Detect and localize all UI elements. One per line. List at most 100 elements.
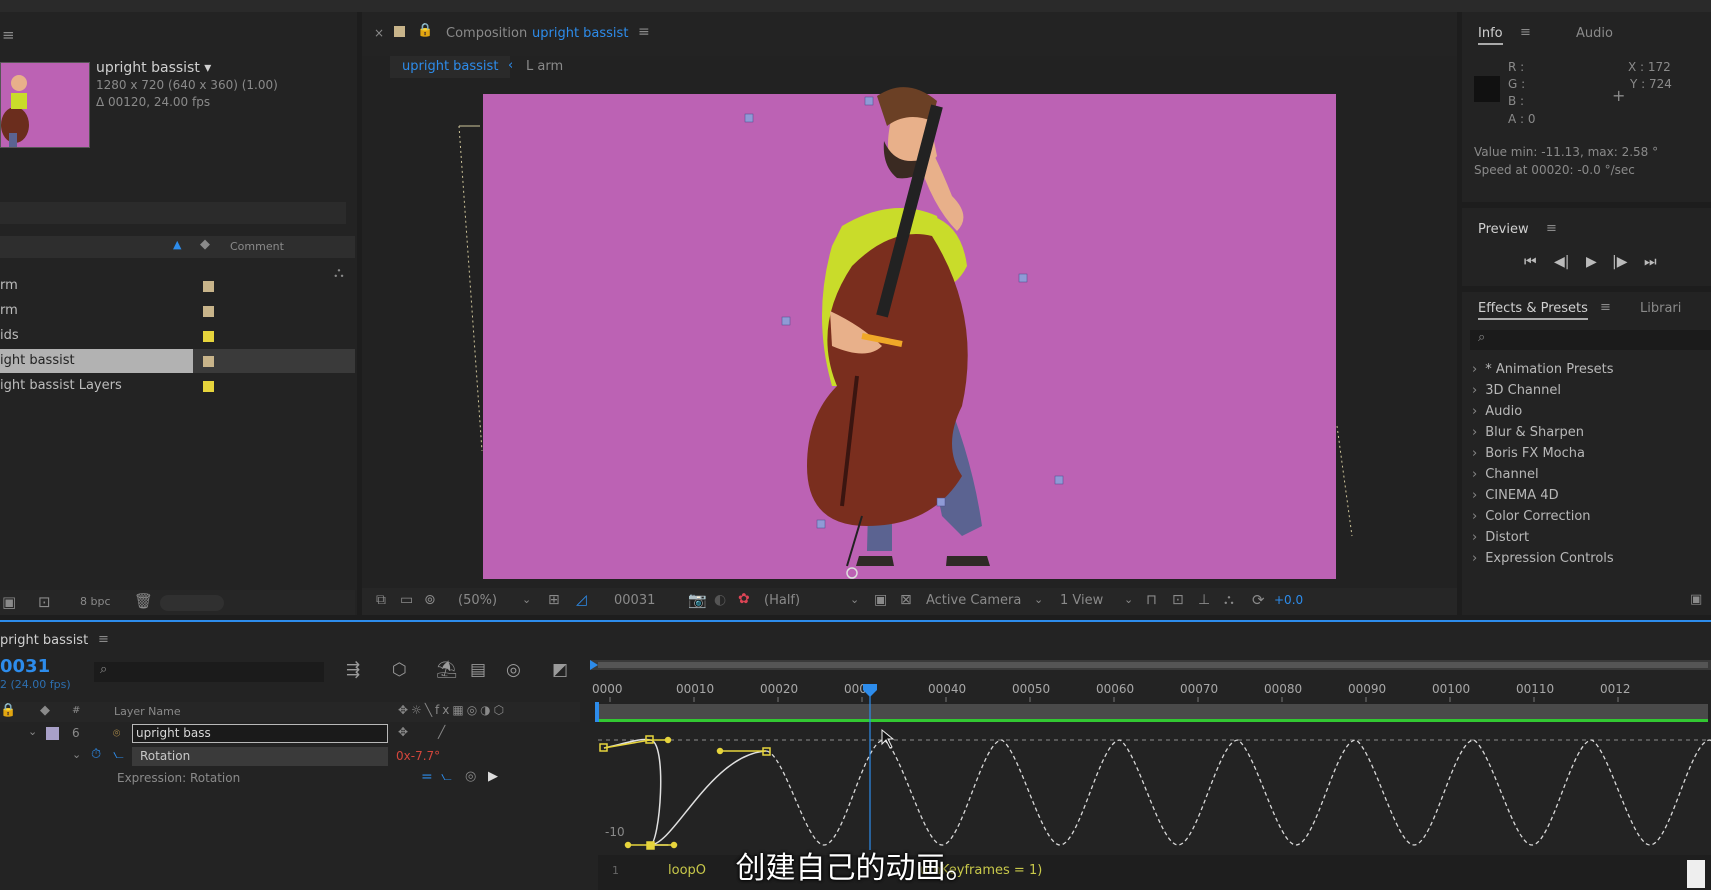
sort-up-icon[interactable]: ▲ bbox=[173, 238, 181, 251]
keyframe-handles[interactable] bbox=[599, 735, 771, 850]
effects-category-item[interactable]: Expression Controls bbox=[1472, 551, 1613, 566]
lock-icon[interactable]: 🔒 bbox=[417, 23, 433, 38]
effects-category-item[interactable]: CINEMA 4D bbox=[1472, 488, 1558, 503]
effects-category-item[interactable]: Distort bbox=[1472, 530, 1529, 545]
layer-name-column[interactable]: Layer Name bbox=[114, 705, 181, 718]
tab-effects-presets[interactable]: Effects & Presets bbox=[1478, 301, 1588, 320]
tab-libraries[interactable]: Librari bbox=[1640, 301, 1681, 316]
project-search-input[interactable] bbox=[0, 202, 346, 224]
collapse-transform-icon[interactable]: ✥ bbox=[398, 725, 408, 739]
composition-name[interactable]: upright bassist bbox=[532, 26, 628, 41]
time-ruler[interactable]: 0000 00010 00020 000 00040 00050 00060 00070 000… bbox=[592, 682, 1631, 702]
interpret-footage-icon[interactable]: ▣ bbox=[2, 593, 16, 611]
breadcrumb-active[interactable]: upright bassist bbox=[390, 56, 511, 78]
trash-icon[interactable]: 🗑 bbox=[134, 592, 153, 610]
motion-blur-icon[interactable]: ◎ bbox=[506, 660, 521, 680]
current-time-display[interactable]: 00031 bbox=[614, 593, 655, 608]
project-list-item[interactable]: rm bbox=[0, 299, 355, 323]
zoom-chevron-down-icon[interactable]: ⌄ bbox=[522, 593, 531, 606]
region-of-interest-icon[interactable]: ▣ bbox=[874, 592, 887, 608]
expression-language-menu-icon[interactable]: ▶ bbox=[488, 769, 498, 784]
views-select[interactable]: 1 View bbox=[1060, 593, 1103, 608]
property-expand-chevron-icon[interactable]: ⌄ bbox=[72, 748, 81, 761]
property-name-cell[interactable]: Rotation bbox=[132, 747, 388, 766]
effects-category-item[interactable]: Boris FX Mocha bbox=[1472, 446, 1585, 461]
property-row[interactable]: ⌄ ⏱ ⦦ Rotation 0x-7.7° bbox=[0, 746, 580, 768]
hide-shy-layers-icon[interactable]: ⛱ bbox=[436, 660, 458, 680]
quality-switch-icon[interactable]: ╱ bbox=[438, 725, 445, 739]
stopwatch-icon[interactable]: ⏱ bbox=[91, 747, 101, 762]
project-list-item[interactable]: ight bassist Layers bbox=[0, 374, 355, 398]
resolution-select[interactable]: (Half) bbox=[764, 593, 800, 608]
close-tab-icon[interactable]: × bbox=[374, 26, 384, 40]
layer-name-field[interactable]: upright bass bbox=[132, 724, 388, 743]
preview-title[interactable]: Preview bbox=[1478, 222, 1529, 237]
monitor-icon[interactable]: ▭ bbox=[400, 592, 413, 608]
mask-visibility-icon[interactable]: ◿ bbox=[576, 592, 587, 608]
timeline-search-input[interactable]: ⌕ bbox=[94, 662, 324, 682]
thumbnail-slider[interactable] bbox=[160, 595, 224, 611]
graph-editor-icon[interactable]: ◩ bbox=[552, 660, 568, 680]
layer-label-swatch[interactable] bbox=[46, 727, 59, 740]
tab-info[interactable]: Info bbox=[1478, 26, 1503, 45]
views-chevron-down-icon[interactable]: ⌄ bbox=[1124, 593, 1133, 606]
frame-blending-icon[interactable]: ▤ bbox=[470, 660, 486, 680]
layer-row[interactable]: ⌄ 6 ⌾ upright bass ✥ ╱ bbox=[0, 723, 580, 745]
label-color-swatch[interactable] bbox=[203, 281, 214, 292]
camera-select[interactable]: Active Camera bbox=[926, 593, 1021, 608]
timeline-menu-icon[interactable]: ≡ bbox=[98, 632, 109, 647]
label-tag-icon[interactable]: ◆ bbox=[200, 237, 210, 252]
layer-name-text[interactable]: upright bass bbox=[136, 726, 211, 740]
project-list-item[interactable]: ids bbox=[0, 324, 355, 348]
last-frame-icon[interactable]: ⏭ bbox=[1644, 254, 1657, 270]
zoom-select[interactable]: (50%) bbox=[458, 593, 497, 608]
snapshot-icon[interactable]: 📷 bbox=[688, 591, 707, 609]
resolution-chevron-down-icon[interactable]: ⌄ bbox=[850, 593, 859, 606]
camera-chevron-down-icon[interactable]: ⌄ bbox=[1034, 593, 1043, 606]
flowchart-icon[interactable]: ⛬ bbox=[1224, 592, 1234, 608]
timeline-comp-tab[interactable]: pright bassist bbox=[0, 633, 88, 648]
play-icon[interactable]: ▶ bbox=[1586, 254, 1597, 270]
composition-menu-icon[interactable]: ≡ bbox=[638, 24, 650, 40]
label-color-swatch[interactable] bbox=[203, 331, 214, 342]
new-folder-icon[interactable]: ⊡ bbox=[38, 593, 51, 611]
breadcrumb-next[interactable]: L arm bbox=[526, 59, 563, 74]
toggle-pixel-aspect-icon[interactable]: ⊓ bbox=[1146, 592, 1157, 608]
expression-pickwhip-icon[interactable]: ◎ bbox=[465, 769, 476, 784]
transparency-grid-icon[interactable]: ⊠ bbox=[900, 592, 912, 608]
info-menu-icon[interactable]: ≡ bbox=[1520, 25, 1531, 40]
effects-category-item[interactable]: Blur & Sharpen bbox=[1472, 425, 1584, 440]
label-color-swatch[interactable] bbox=[203, 356, 214, 367]
effects-category-item[interactable]: Color Correction bbox=[1472, 509, 1590, 524]
previous-frame-icon[interactable]: ◀| bbox=[1554, 254, 1569, 270]
work-area-bar[interactable] bbox=[598, 704, 1708, 720]
fast-preview-icon[interactable]: ⊡ bbox=[1172, 592, 1184, 608]
layer-expand-chevron-icon[interactable]: ⌄ bbox=[28, 725, 37, 738]
reset-exposure-icon[interactable]: ⟳ bbox=[1252, 591, 1265, 609]
label-color-swatch[interactable] bbox=[203, 381, 214, 392]
vr-icon[interactable]: ⊚ bbox=[424, 592, 436, 608]
effects-category-item[interactable]: Channel bbox=[1472, 467, 1538, 482]
comp-mini-flowchart-icon[interactable]: ⇶ bbox=[346, 660, 360, 680]
composition-canvas[interactable] bbox=[362, 86, 1457, 586]
preview-menu-icon[interactable]: ≡ bbox=[1546, 221, 1557, 236]
panel-menu-icon[interactable]: ≡ bbox=[2, 26, 15, 44]
effects-category-item[interactable]: Audio bbox=[1472, 404, 1522, 419]
always-preview-icon[interactable]: ⧉ bbox=[376, 592, 386, 608]
exposure-value[interactable]: +0.0 bbox=[1274, 593, 1303, 607]
draft-3d-icon[interactable]: ⬡ bbox=[392, 660, 407, 680]
project-list-item[interactable]: rm bbox=[0, 274, 355, 298]
effects-menu-icon[interactable]: ≡ bbox=[1600, 300, 1611, 315]
fit-icon[interactable]: ⊞ bbox=[548, 592, 560, 608]
expression-graph-icon[interactable]: ⦦ bbox=[441, 769, 452, 784]
new-bin-icon[interactable]: ▣ bbox=[1690, 592, 1702, 607]
first-frame-icon[interactable]: ⏮ bbox=[1524, 254, 1537, 270]
rotation-curve[interactable] bbox=[603, 738, 767, 846]
timeline-icon[interactable]: ⊥ bbox=[1198, 592, 1210, 608]
bpc-label[interactable]: 8 bpc bbox=[80, 595, 111, 608]
rotation-value[interactable]: 0x-7.7° bbox=[396, 749, 440, 763]
show-snapshot-icon[interactable]: ◐ bbox=[714, 592, 726, 608]
expression-enable-icon[interactable]: = bbox=[421, 769, 433, 785]
effects-category-item[interactable]: * Animation Presets bbox=[1472, 362, 1613, 377]
effects-category-item[interactable]: 3D Channel bbox=[1472, 383, 1561, 398]
